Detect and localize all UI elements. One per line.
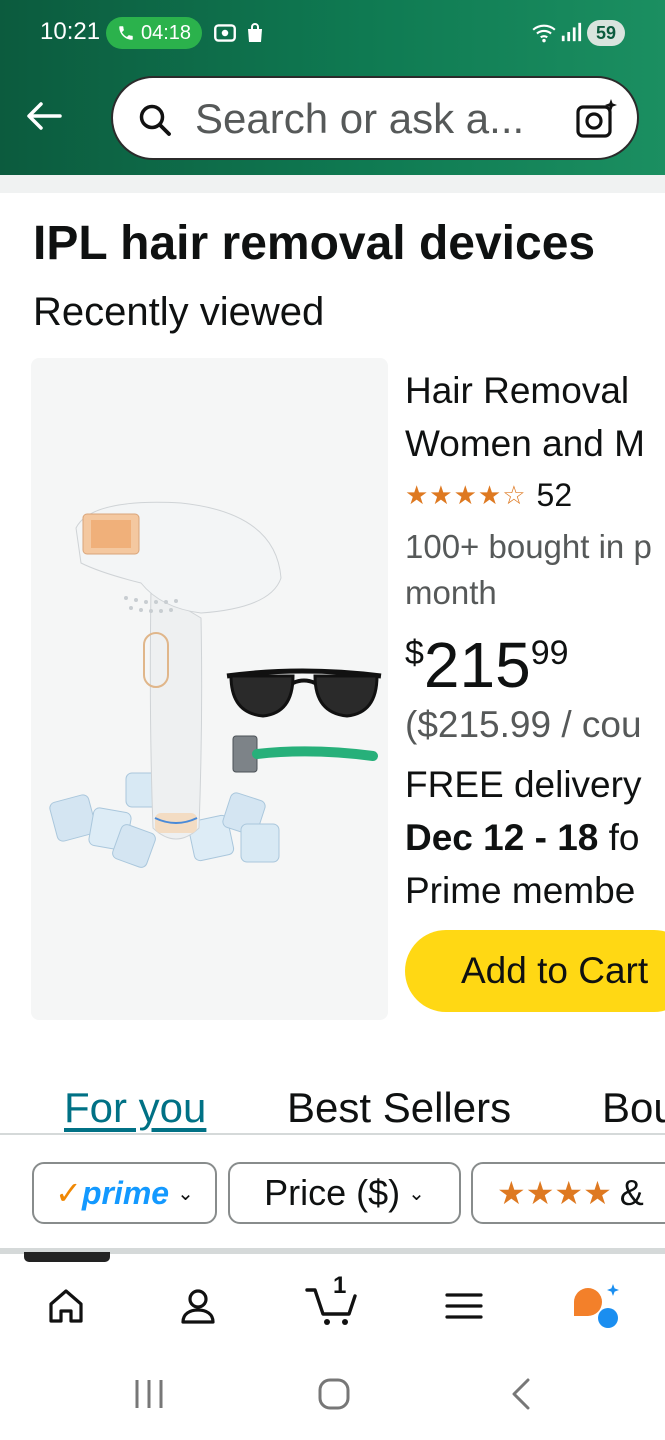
camera-lens-icon[interactable] — [573, 96, 619, 142]
chevron-down-icon: ⌄ — [408, 1182, 425, 1205]
bought-line2: month — [405, 574, 497, 611]
prime-filter-chip[interactable]: ✓ prime ⌄ — [32, 1162, 217, 1224]
price-filter-chip[interactable]: Price ($) ⌄ — [228, 1162, 461, 1224]
tab-best-sellers[interactable]: Best Sellers — [287, 1084, 511, 1132]
status-time: 10:21 — [40, 18, 101, 45]
delivery-date: Dec 12 - 18 — [405, 817, 599, 858]
bought-count: 100+ bought in p month — [405, 524, 652, 616]
ongoing-call-pill[interactable]: 04:18 — [106, 17, 202, 49]
rating-filter-chip[interactable]: ★★★★ & — [471, 1162, 665, 1224]
screenshot-icon — [214, 24, 236, 42]
active-nav-indicator — [24, 1252, 110, 1262]
section-subtitle: Recently viewed — [33, 290, 325, 334]
call-timer: 04:18 — [140, 21, 192, 44]
search-icon — [139, 104, 171, 136]
search-bar[interactable]: Search or ask a... — [111, 76, 639, 160]
search-input[interactable]: Search or ask a... — [195, 95, 524, 143]
stars-icon: ★★★★ — [497, 1175, 612, 1211]
header-divider — [0, 175, 665, 193]
delivery-info: FREE delivery Dec 12 - 18 fo Prime membe — [405, 758, 641, 917]
tabs-divider — [0, 1133, 665, 1135]
product-rating[interactable]: ★★★★☆ 52 — [405, 477, 572, 514]
back-arrow-icon[interactable] — [22, 94, 66, 138]
star-rating-icon: ★★★★☆ — [405, 480, 527, 510]
recommendation-tabs: For you Best Sellers Bou — [0, 1080, 665, 1135]
cart-count-badge: 1 — [333, 1272, 347, 1299]
price-whole: 215 — [423, 629, 531, 701]
product-title-line2: Women and M — [405, 423, 645, 464]
bought-line1: 100+ bought in p — [405, 528, 652, 565]
battery-indicator: 59 — [587, 20, 625, 46]
chevron-down-icon: ⌄ — [177, 1182, 194, 1205]
menu-icon — [445, 1293, 483, 1319]
system-navigation-bar — [0, 1350, 665, 1440]
delivery-line1: FREE delivery — [405, 764, 642, 805]
prime-check-icon: ✓ — [55, 1175, 82, 1211]
rating-filter-suffix: & — [619, 1172, 644, 1213]
price-filter-label: Price ($) — [264, 1172, 401, 1213]
rufus-icon — [574, 1284, 619, 1328]
delivery-line3: Prime membe — [405, 870, 636, 911]
tab-for-you[interactable]: For you — [64, 1084, 206, 1132]
product-title-line1: Hair Removal — [405, 370, 630, 411]
nav-rufus[interactable] — [566, 1276, 626, 1336]
app-header: 10:21 04:18 59 Search or ask a... — [0, 0, 665, 175]
nav-menu[interactable] — [434, 1276, 494, 1336]
add-to-cart-button[interactable]: Add to Cart — [405, 930, 665, 1012]
account-icon — [181, 1289, 215, 1324]
price-fraction: 99 — [530, 634, 569, 672]
signal-icon — [561, 22, 582, 42]
page-title: IPL hair removal devices — [33, 217, 596, 270]
back-button-icon[interactable] — [508, 1376, 536, 1412]
unit-price: ($215.99 / cou — [405, 704, 642, 745]
nav-cart[interactable] — [301, 1276, 361, 1336]
rating-count: 52 — [536, 477, 573, 513]
cart-icon — [305, 1288, 357, 1325]
shopping-bag-icon — [248, 23, 262, 42]
product-title[interactable]: Hair Removal Women and M — [405, 364, 645, 470]
delivery-suffix: fo — [598, 817, 640, 858]
status-bar: 10:21 04:18 59 — [0, 0, 665, 68]
home-button-icon[interactable] — [316, 1376, 352, 1412]
prime-label: prime — [81, 1174, 170, 1211]
nav-account[interactable] — [168, 1276, 228, 1336]
price-currency: $ — [405, 634, 424, 672]
wifi-icon — [532, 24, 556, 43]
phone-icon — [119, 26, 133, 40]
ipl-device-illustration — [49, 501, 382, 868]
tab-bought[interactable]: Bou — [602, 1084, 665, 1132]
nav-home[interactable] — [36, 1276, 96, 1336]
product-price: $21599 — [405, 628, 569, 702]
home-icon — [49, 1289, 83, 1323]
product-image[interactable] — [31, 358, 388, 1020]
recent-apps-icon[interactable] — [133, 1376, 165, 1412]
